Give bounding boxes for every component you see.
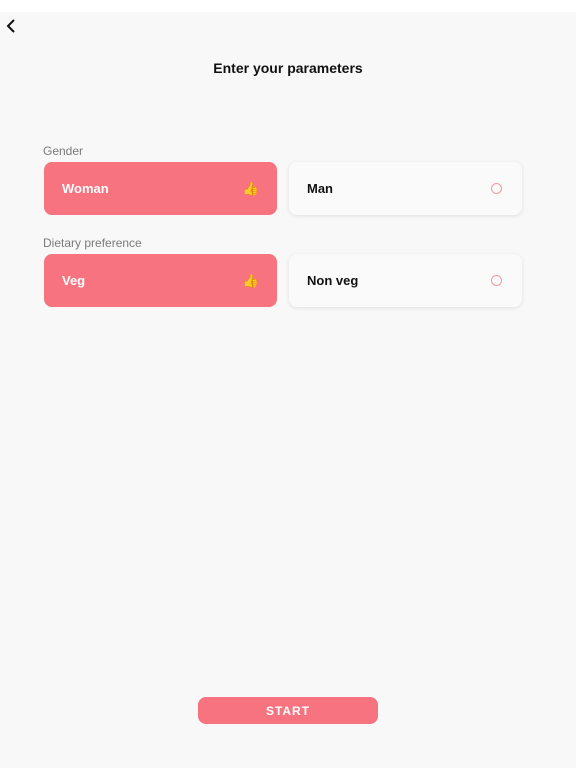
radio-empty-icon[interactable] bbox=[491, 183, 502, 194]
radio-empty-icon[interactable] bbox=[491, 275, 502, 286]
status-bar-area bbox=[0, 0, 576, 12]
gender-option-woman[interactable]: Woman 👍 bbox=[44, 162, 277, 215]
diet-option-veg[interactable]: Veg 👍 bbox=[44, 254, 277, 307]
option-label: Non veg bbox=[307, 273, 359, 288]
option-label: Veg bbox=[62, 273, 86, 288]
option-label: Man bbox=[307, 181, 333, 196]
start-button[interactable]: START bbox=[198, 697, 378, 724]
gender-label: Gender bbox=[43, 144, 84, 158]
back-button[interactable] bbox=[2, 16, 20, 36]
gender-option-man[interactable]: Man bbox=[289, 162, 522, 215]
chevron-left-icon bbox=[6, 19, 15, 33]
option-label: Woman bbox=[62, 181, 109, 196]
diet-option-non-veg[interactable]: Non veg bbox=[289, 254, 522, 307]
thumbs-up-icon: 👍 bbox=[242, 273, 259, 288]
page-title: Enter your parameters bbox=[213, 60, 363, 76]
diet-label: Dietary preference bbox=[43, 236, 142, 250]
thumbs-up-icon: 👍 bbox=[242, 181, 259, 196]
